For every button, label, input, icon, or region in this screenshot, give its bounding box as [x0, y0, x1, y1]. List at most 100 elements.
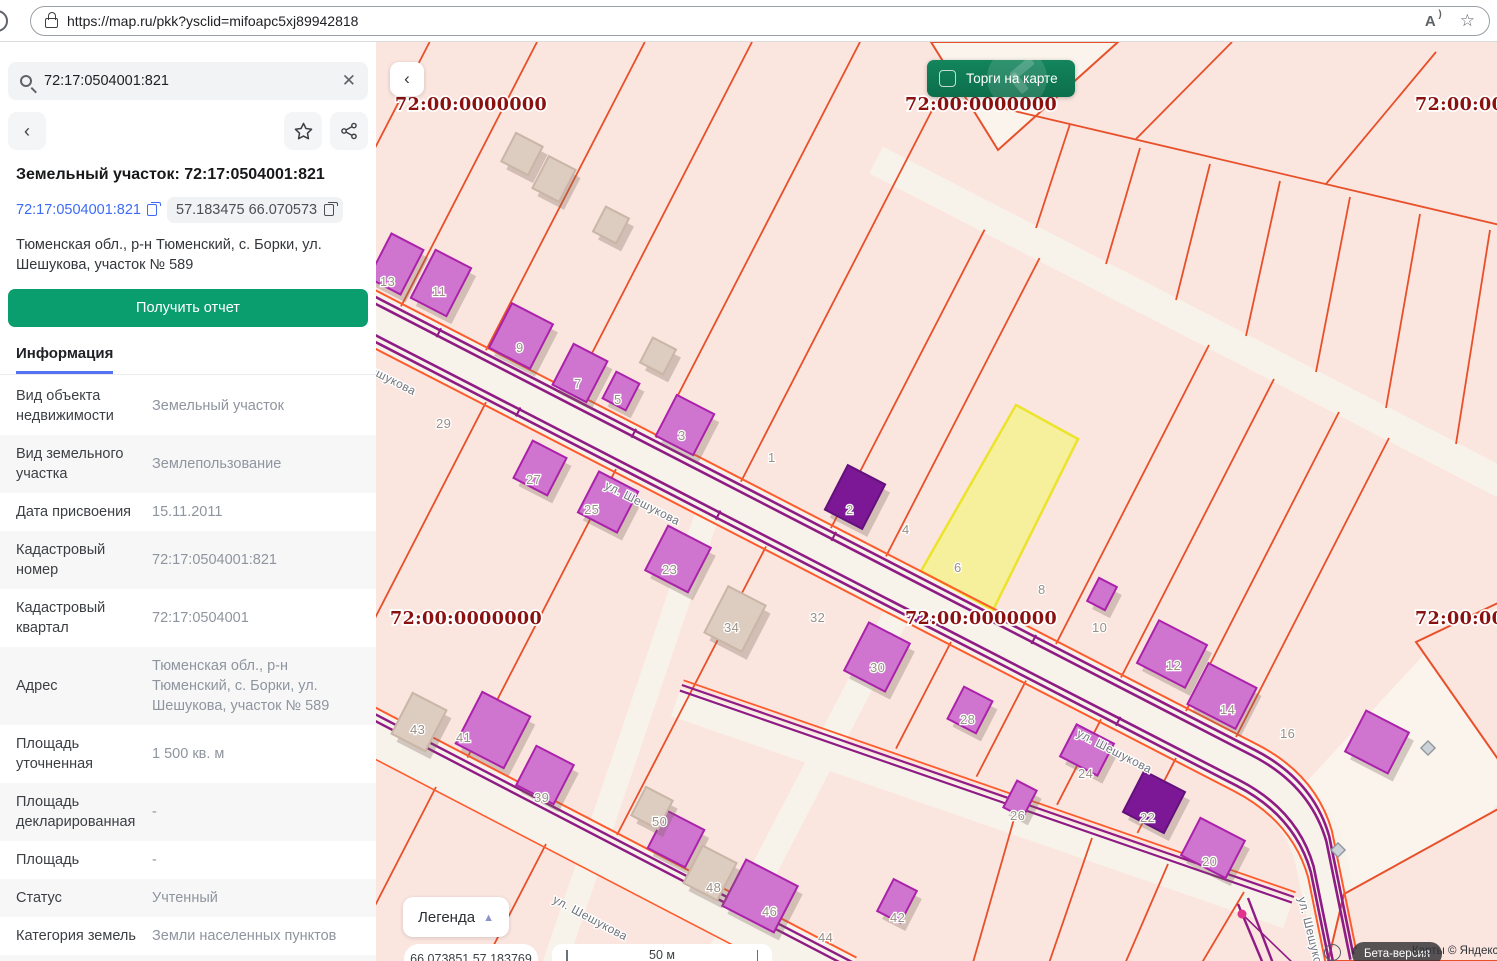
- share-button[interactable]: [330, 112, 368, 150]
- quarter-label: 72:00:0000000: [1415, 95, 1497, 115]
- search-icon: [20, 75, 32, 87]
- parcel-number-label: 26: [1010, 808, 1025, 823]
- table-row: АдресТюменская обл., р-н Тюменский, с. Б…: [0, 647, 376, 725]
- map-canvas[interactable]: 72:00:0000000 72:00:0000000 72:00:0000000 7…: [376, 42, 1497, 961]
- search-box[interactable]: ✕: [8, 62, 368, 100]
- parcel-number-label: 50: [652, 814, 667, 829]
- parcel-number-label: 20: [1202, 854, 1217, 869]
- info-row-label: Площадь: [16, 850, 148, 870]
- info-row-value: Учтенный: [148, 888, 360, 908]
- info-row-label: Дата присвоения: [16, 502, 148, 522]
- info-table: Вид объекта недвижимостиЗемельный участо…: [0, 377, 376, 961]
- parcel-number-label: 28: [960, 712, 975, 727]
- table-row: Площадь декларированная-: [0, 783, 376, 841]
- read-aloud-icon[interactable]: A: [1425, 13, 1442, 30]
- torgi-checkbox[interactable]: [939, 70, 956, 87]
- browser-toolbar: https://map.ru/pkk?ysclid=mifoapc5xj8994…: [0, 0, 1497, 42]
- table-row: Вид земельного участкаЗемлепользование: [0, 435, 376, 493]
- parcel-number-label: 10: [1092, 620, 1107, 635]
- parcel-number-label: 32: [810, 610, 825, 625]
- info-row-label: Категория земель: [16, 926, 148, 946]
- info-row-value: 72:17:0504001: [148, 608, 360, 628]
- info-row-value: -: [148, 850, 360, 870]
- table-row: Дата присвоения15.11.2011: [0, 493, 376, 531]
- object-address: Тюменская обл., р-н Тюменский, с. Борки,…: [16, 235, 360, 275]
- parcel-number-label: 25: [584, 502, 599, 517]
- info-row-value: 1 500 кв. м: [148, 744, 360, 764]
- info-row-value: 15.11.2011: [148, 502, 360, 522]
- parcel-number-label: 9: [516, 340, 524, 355]
- table-row: Категория земельЗемли населенных пунктов: [0, 917, 376, 955]
- favorite-star-icon[interactable]: ☆: [1460, 11, 1475, 31]
- quarter-label: 72:00:0000000: [905, 609, 1057, 629]
- parcel-number-label: 42: [890, 910, 905, 925]
- page-title: Земельный участок: 72:17:0504001:821: [16, 166, 360, 184]
- scale-bar: 50 м: [552, 944, 772, 961]
- parcel-number-label: 3: [678, 428, 686, 443]
- parcel-number-label: 27: [526, 472, 541, 487]
- table-row: Кадастровый номер72:17:0504001:821: [0, 531, 376, 589]
- lock-icon: [45, 18, 58, 28]
- clock-icon[interactable]: [1324, 944, 1341, 961]
- share-icon: [340, 122, 358, 140]
- info-row-label: Площадь декларированная: [16, 792, 148, 832]
- table-row: Кадастровый квартал72:17:0504001: [0, 589, 376, 647]
- info-row-label: Статус: [16, 888, 148, 908]
- favorite-button[interactable]: [284, 112, 322, 150]
- cadastral-number-link[interactable]: 72:17:0504001:821: [16, 202, 157, 218]
- parcel-number-label: 16: [1280, 726, 1295, 741]
- parcel-number-label: 4: [902, 522, 910, 537]
- info-row-label: Вид объекта недвижимости: [16, 386, 148, 426]
- parcel-number-label: 7: [574, 376, 582, 391]
- reload-icon[interactable]: [0, 10, 8, 32]
- copy-icon[interactable]: [147, 204, 157, 216]
- quarter-label: 72:00:0000000: [390, 609, 542, 629]
- map-attribution: Карты © ЯндексУсловия: [1412, 945, 1497, 957]
- info-row-label: Адрес: [16, 676, 148, 696]
- info-row-label: Кадастровый номер: [16, 540, 148, 580]
- quarter-label: 72:00:0000000: [905, 95, 1057, 115]
- collapse-panel-button[interactable]: ‹: [390, 62, 424, 96]
- clear-search-icon[interactable]: ✕: [342, 71, 356, 91]
- table-row: Площадь уточненная1 500 кв. м: [0, 725, 376, 783]
- table-row: Вид объекта недвижимостиЗемельный участо…: [0, 377, 376, 435]
- parcel-number-label: 30: [870, 660, 885, 675]
- address-bar[interactable]: https://map.ru/pkk?ysclid=mifoapc5xj8994…: [30, 6, 1490, 36]
- parcel-number-label: 14: [1220, 702, 1235, 717]
- star-icon: [294, 122, 313, 140]
- tab-information[interactable]: Информация: [16, 345, 113, 374]
- parcel-number-label: 39: [534, 790, 549, 805]
- parcel-number-label: 6: [954, 560, 962, 575]
- legend-button[interactable]: Легенда ▲: [403, 897, 509, 937]
- parcel-number-label: 11: [432, 284, 446, 299]
- torgi-toggle-button[interactable]: Торги на карте: [927, 60, 1075, 97]
- chevron-up-icon: ▲: [483, 912, 494, 924]
- parcel-number-label: 24: [1078, 766, 1093, 781]
- parcel-number-label: 41: [456, 730, 471, 745]
- info-row-value: Землепользование: [148, 454, 360, 474]
- info-row-value: Земли населенных пунктов: [148, 926, 360, 946]
- url-text[interactable]: https://map.ru/pkk?ysclid=mifoapc5xj8994…: [67, 13, 358, 29]
- info-panel: ✕ ‹ Земельный участок: 72:17:0504001:821…: [0, 42, 376, 961]
- get-report-button[interactable]: Получить отчет: [8, 289, 368, 327]
- parcel-number-label: 44: [818, 930, 833, 945]
- parcel-number-label: 43: [410, 722, 425, 737]
- parcel-number-label: 2: [846, 502, 854, 517]
- info-row-value: Тюменская обл., р-н Тюменский, с. Борки,…: [148, 656, 360, 716]
- coordinates-chip[interactable]: 57.183475 66.070573: [167, 197, 343, 223]
- info-row-value: Земельный участок: [148, 396, 360, 416]
- parcel-number-label: 5: [614, 392, 622, 407]
- quarter-label: 72:00:0000000: [1415, 609, 1497, 629]
- search-input[interactable]: [44, 73, 342, 89]
- quarter-label: 72:00:0000000: [395, 95, 547, 115]
- info-row-value: -: [148, 802, 360, 822]
- cursor-coordinates: 66.073851 57.183769: [404, 944, 538, 961]
- copy-icon[interactable]: [324, 204, 334, 216]
- parcel-number-label: 23: [662, 562, 677, 577]
- back-button[interactable]: ‹: [8, 112, 46, 150]
- parcel-number-label: 29: [436, 416, 451, 431]
- parcel-number-label: 12: [1166, 658, 1181, 673]
- parcel-number-label: 48: [706, 880, 721, 895]
- table-row: Площадь-: [0, 841, 376, 879]
- info-row-label: Площадь уточненная: [16, 734, 148, 774]
